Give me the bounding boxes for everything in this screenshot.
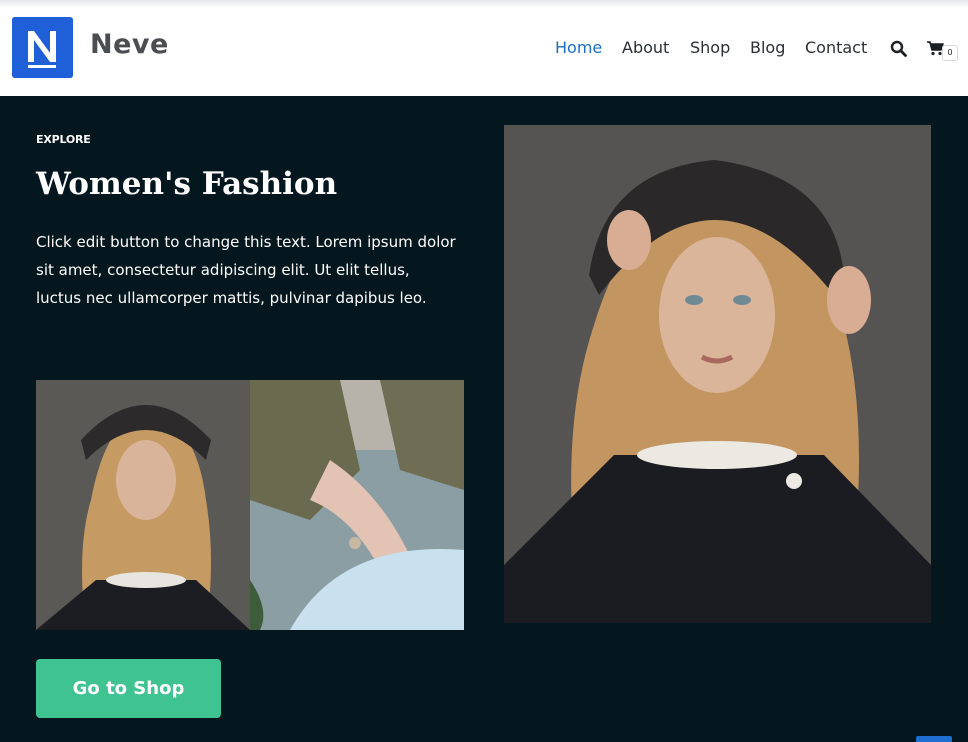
nav-item-blog[interactable]: Blog <box>750 37 785 59</box>
header-shadow <box>0 0 968 8</box>
fashion-thumbnail-hands <box>250 380 464 630</box>
hero-description: Click edit button to change this text. L… <box>36 233 456 307</box>
nav-item-shop[interactable]: Shop <box>690 37 730 59</box>
fashion-thumbnail-hood <box>36 380 250 630</box>
site-header: Neve Home About Shop Blog Contact 0 <box>0 0 968 96</box>
nav-item-about[interactable]: About <box>622 37 669 59</box>
site-logo[interactable] <box>12 17 73 78</box>
go-to-shop-button[interactable]: Go to Shop <box>36 659 221 718</box>
hero-image <box>504 125 931 623</box>
logo-mark-icon <box>12 17 73 78</box>
hero-eyebrow: EXPLORE <box>36 133 91 146</box>
nav-item-home[interactable]: Home <box>555 37 602 59</box>
nav-item-contact[interactable]: Contact <box>805 37 867 59</box>
site-name[interactable]: Neve <box>90 29 169 60</box>
search-icon[interactable] <box>890 40 907 57</box>
hero-title: Women's Fashion <box>36 166 338 202</box>
cart-count-badge[interactable]: 0 <box>942 45 958 61</box>
scroll-to-top-button[interactable] <box>916 736 952 742</box>
